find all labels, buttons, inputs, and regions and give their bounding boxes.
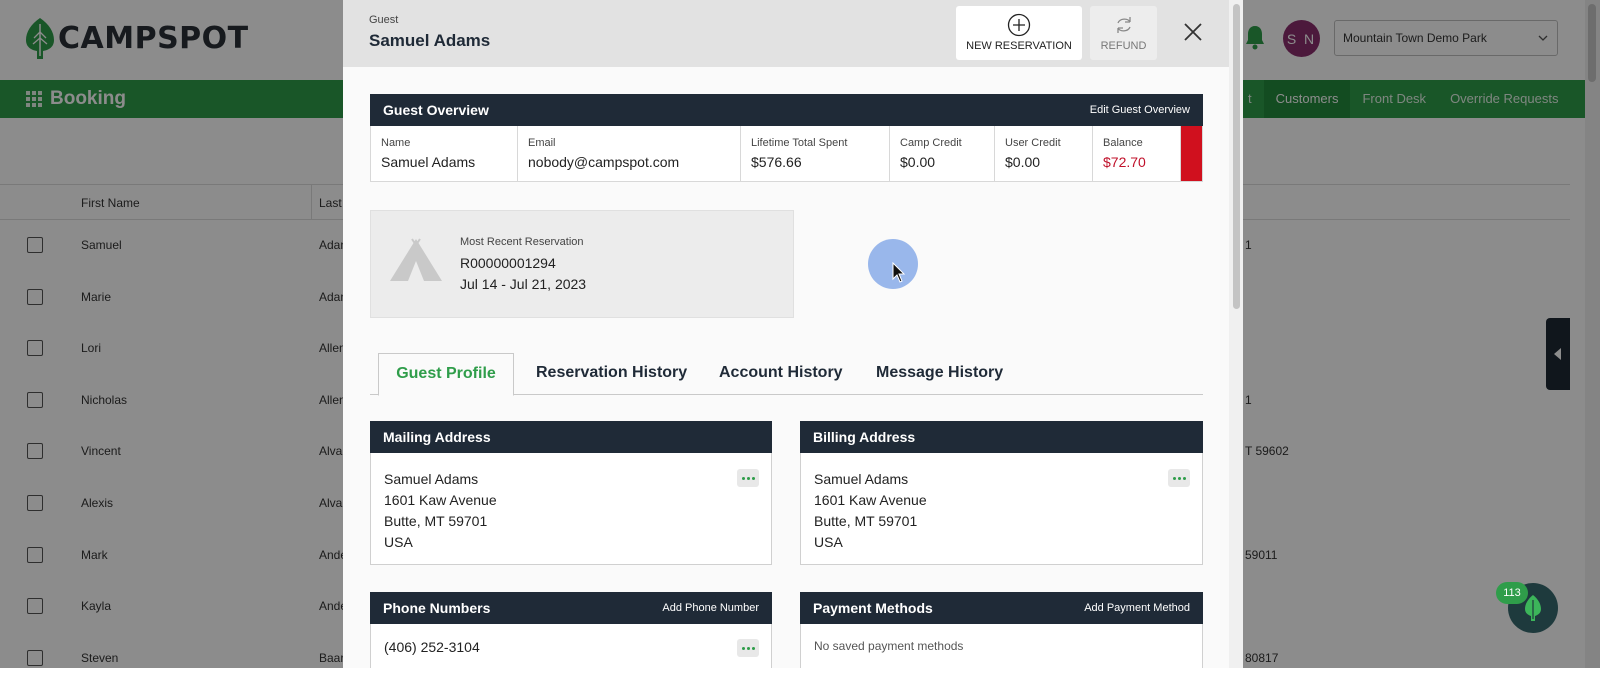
mailing-more-button[interactable] (737, 469, 759, 487)
payment-methods-header: Payment Methods Add Payment Method (800, 592, 1203, 624)
address-line: Samuel Adams (384, 471, 479, 487)
mailing-address-title: Mailing Address (383, 429, 491, 445)
reservation-dates: Jul 14 - Jul 21, 2023 (460, 276, 587, 292)
cell-label: Camp Credit (900, 137, 962, 149)
add-phone-number-link[interactable]: Add Phone Number (662, 602, 759, 614)
most-recent-reservation-card[interactable]: Most Recent Reservation R00000001294 Jul… (370, 210, 794, 318)
mailing-address-header: Mailing Address (370, 421, 772, 453)
chat-badge: 113 (1496, 582, 1528, 604)
mailing-address-box: Samuel Adams 1601 Kaw Avenue Butte, MT 5… (370, 453, 772, 565)
guest-overview-cells: Name Samuel Adams Email nobody@campspot.co… (370, 126, 1203, 182)
billing-more-button[interactable] (1168, 469, 1190, 487)
cell-label: Email (528, 137, 556, 149)
guest-modal: Guest Samuel Adams NEW RESERVATION REFUN… (343, 0, 1243, 668)
refund-arrows-icon (1116, 17, 1131, 33)
balance-indicator[interactable] (1181, 126, 1202, 181)
tab-account-history[interactable]: Account History (719, 353, 843, 395)
cell-value: $0.00 (1005, 154, 1041, 170)
payment-methods-title: Payment Methods (813, 600, 933, 616)
overview-cell-name: Name Samuel Adams (371, 126, 518, 181)
edit-guest-overview-link[interactable]: Edit Guest Overview (1090, 104, 1190, 116)
tab-message-history[interactable]: Message History (876, 353, 1003, 395)
dot-icon (746, 646, 750, 650)
modal-header-label: Guest (369, 14, 399, 26)
refund-button[interactable]: REFUND (1090, 6, 1157, 60)
tent-icon (390, 238, 442, 281)
billing-address-lines: Samuel Adams 1601 Kaw Avenue Butte, MT 5… (814, 469, 927, 553)
modal-header: Guest Samuel Adams NEW RESERVATION REFUN… (343, 0, 1229, 67)
guest-overview-title: Guest Overview (383, 102, 489, 118)
dot-icon (1182, 476, 1186, 480)
dot-icon (1172, 476, 1176, 480)
cell-value: Samuel Adams (381, 154, 476, 170)
new-reservation-button[interactable]: NEW RESERVATION (956, 6, 1082, 60)
phone-numbers-box: (406) 252-3104 (370, 624, 772, 668)
add-payment-method-link[interactable]: Add Payment Method (1084, 602, 1190, 614)
overview-cell-balance: Balance $72.70 (1093, 126, 1181, 181)
overview-cell-email: Email nobody@campspot.com (518, 126, 741, 181)
address-line: 1601 Kaw Avenue (814, 492, 927, 508)
tab-guest-profile[interactable]: Guest Profile (378, 353, 514, 396)
guest-tabs: Guest Profile Reservation History Accoun… (370, 353, 1203, 396)
address-line: USA (384, 534, 413, 550)
address-line: Butte, MT 59701 (814, 513, 918, 529)
dot-icon (1177, 476, 1181, 480)
dot-icon (741, 476, 745, 480)
overview-cell-user-credit: User Credit $0.00 (995, 126, 1093, 181)
cell-label: Lifetime Total Spent (751, 137, 848, 149)
guest-overview-header: Guest Overview Edit Guest Overview (370, 94, 1203, 126)
plus-circle-icon (1007, 13, 1031, 37)
cell-label: Name (381, 137, 411, 149)
cell-value: $0.00 (900, 154, 936, 170)
phone-more-button[interactable] (737, 639, 759, 657)
address-line: USA (814, 534, 843, 550)
address-line: Samuel Adams (814, 471, 909, 487)
payment-methods-box: No saved payment methods (800, 624, 1203, 668)
cell-value: nobody@campspot.com (528, 154, 680, 170)
address-line: 1601 Kaw Avenue (384, 492, 497, 508)
billing-address-box: Samuel Adams 1601 Kaw Avenue Butte, MT 5… (800, 453, 1203, 565)
reservation-id: R00000001294 (460, 255, 556, 271)
refund-label: REFUND (1100, 40, 1147, 52)
phone-numbers-header: Phone Numbers Add Phone Number (370, 592, 772, 624)
modal-scrollbar[interactable] (1229, 0, 1243, 668)
no-payment-methods-text: No saved payment methods (814, 639, 964, 653)
phone-numbers-title: Phone Numbers (383, 600, 491, 616)
mailing-address-lines: Samuel Adams 1601 Kaw Avenue Butte, MT 5… (384, 469, 497, 553)
overview-cell-lifetime-spent: Lifetime Total Spent $576.66 (741, 126, 890, 181)
address-line: Butte, MT 59701 (384, 513, 488, 529)
cell-value: $576.66 (751, 154, 802, 170)
cell-label: Balance (1103, 137, 1143, 149)
new-reservation-label: NEW RESERVATION (966, 40, 1072, 52)
dot-icon (751, 646, 755, 650)
cell-label: User Credit (1005, 137, 1061, 149)
phone-number: (406) 252-3104 (384, 639, 480, 655)
billing-address-title: Billing Address (813, 429, 916, 445)
mouse-cursor-icon (892, 262, 906, 283)
close-icon[interactable] (1181, 20, 1205, 44)
balance-value: $72.70 (1103, 154, 1146, 170)
billing-address-header: Billing Address (800, 421, 1203, 453)
dot-icon (751, 476, 755, 480)
modal-scrollbar-thumb[interactable] (1233, 4, 1240, 309)
overview-cell-camp-credit: Camp Credit $0.00 (890, 126, 995, 181)
dot-icon (746, 476, 750, 480)
tab-reservation-history[interactable]: Reservation History (536, 353, 687, 395)
recent-reservation-label: Most Recent Reservation (460, 236, 584, 248)
modal-guest-name: Samuel Adams (369, 31, 491, 50)
dot-icon (741, 646, 745, 650)
